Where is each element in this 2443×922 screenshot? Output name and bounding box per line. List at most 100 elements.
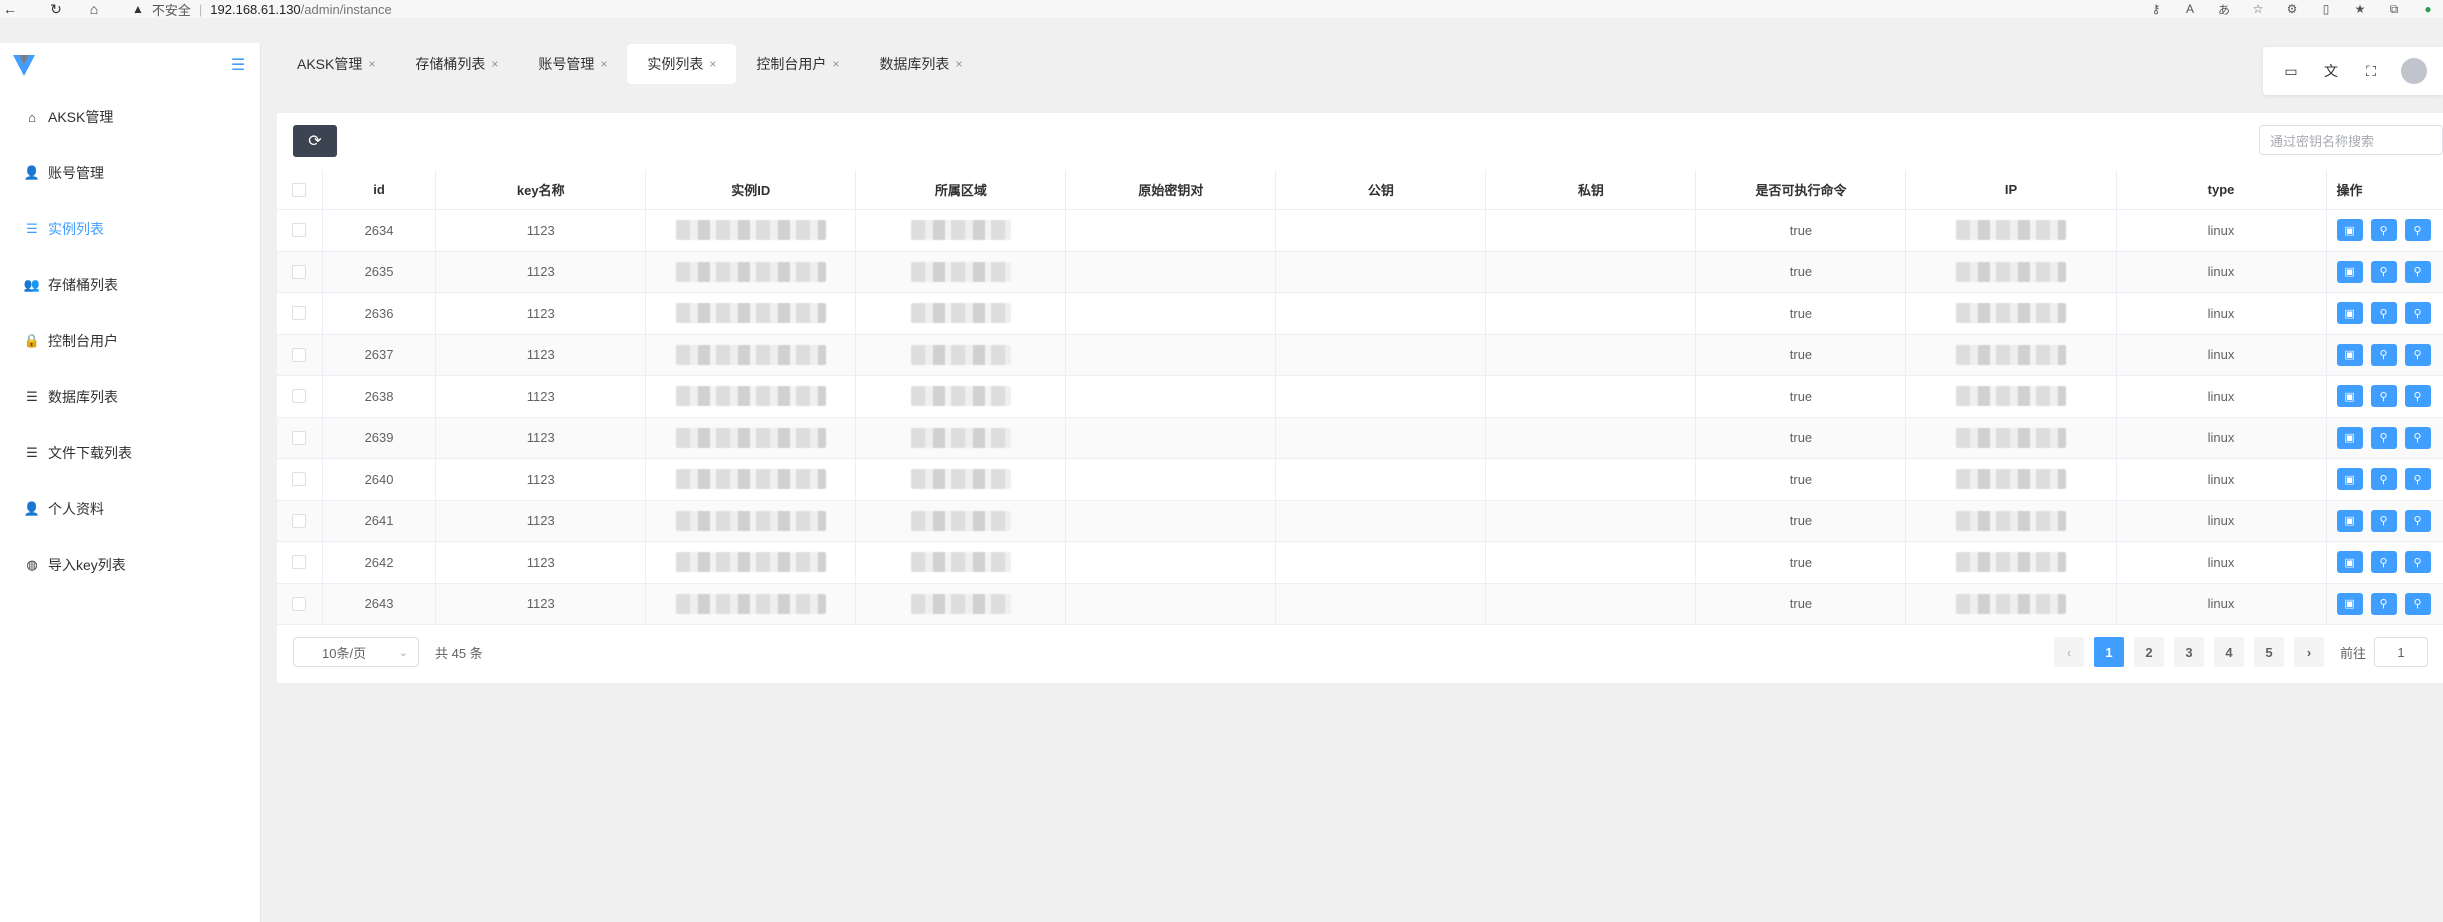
address-bar[interactable]: ▲ 不安全 | 192.168.61.130/admin/instance bbox=[132, 0, 392, 19]
refresh-button[interactable]: ⟳ bbox=[293, 125, 337, 157]
header-tools: ▭ 文 ⛶ bbox=[2263, 47, 2443, 95]
tab-0[interactable]: AKSK管理 × bbox=[277, 44, 395, 84]
terminal-button[interactable]: ▣ bbox=[2336, 592, 2363, 615]
sidebar-item-6[interactable]: ☰ 文件下载列表 bbox=[0, 425, 260, 481]
monitor-icon[interactable]: ▭ bbox=[2281, 61, 2301, 81]
row-checkbox[interactable] bbox=[292, 430, 307, 445]
id-cell: 2638 bbox=[323, 376, 437, 417]
key-alt-button[interactable]: ⚲ bbox=[2404, 551, 2431, 574]
row-checkbox[interactable] bbox=[292, 264, 307, 279]
row-checkbox[interactable] bbox=[292, 596, 307, 611]
region-cell bbox=[856, 500, 1067, 541]
terminal-button[interactable]: ▣ bbox=[2336, 509, 2363, 532]
key-alt-button[interactable]: ⚲ bbox=[2404, 302, 2431, 325]
key-alt-button[interactable]: ⚲ bbox=[2404, 343, 2431, 366]
page-button[interactable]: 4 bbox=[2214, 637, 2244, 667]
close-icon[interactable]: × bbox=[709, 57, 716, 71]
language-icon[interactable]: 文 bbox=[2321, 61, 2341, 81]
public-key-cell bbox=[1276, 583, 1487, 624]
tab-2[interactable]: 账号管理 × bbox=[518, 44, 627, 84]
key-button[interactable]: ⚲ bbox=[2370, 551, 2397, 574]
goto-page-input[interactable]: 1 bbox=[2374, 637, 2429, 667]
sidebar-item-5[interactable]: ☰ 数据库列表 bbox=[0, 369, 260, 425]
terminal-button[interactable]: ▣ bbox=[2336, 385, 2363, 408]
key-button[interactable]: ⚲ bbox=[2370, 509, 2397, 532]
page-button[interactable]: 1 bbox=[2094, 637, 2124, 667]
terminal-button[interactable]: ▣ bbox=[2336, 302, 2363, 325]
home-icon[interactable]: ⌂ bbox=[86, 1, 102, 17]
row-select-cell bbox=[277, 210, 323, 251]
key-name-cell: 1123 bbox=[436, 500, 647, 541]
profile-icon[interactable]: ● bbox=[2419, 1, 2437, 17]
row-checkbox[interactable] bbox=[292, 555, 307, 570]
row-checkbox[interactable] bbox=[292, 347, 307, 362]
next-page-button[interactable]: › bbox=[2294, 637, 2324, 667]
page-button[interactable]: 5 bbox=[2254, 637, 2284, 667]
avatar[interactable] bbox=[2401, 58, 2427, 84]
key-button[interactable]: ⚲ bbox=[2370, 219, 2397, 242]
key-button[interactable]: ⚲ bbox=[2370, 468, 2397, 491]
close-icon[interactable]: × bbox=[600, 57, 607, 71]
terminal-button[interactable]: ▣ bbox=[2336, 468, 2363, 491]
collections-icon[interactable]: ⧉ bbox=[2385, 1, 2403, 17]
terminal-button[interactable]: ▣ bbox=[2336, 343, 2363, 366]
sidebar-item-7[interactable]: 👤 个人资料 bbox=[0, 481, 260, 537]
key-alt-button[interactable]: ⚲ bbox=[2404, 592, 2431, 615]
key-button[interactable]: ⚲ bbox=[2370, 592, 2397, 615]
row-checkbox[interactable] bbox=[292, 223, 307, 238]
tab-3[interactable]: 实例列表 × bbox=[627, 44, 737, 84]
key-icon[interactable]: ⚷ bbox=[2147, 1, 2165, 17]
key-button[interactable]: ⚲ bbox=[2370, 426, 2397, 449]
key-alt-button[interactable]: ⚲ bbox=[2404, 468, 2431, 491]
select-all-checkbox[interactable] bbox=[292, 182, 307, 197]
terminal-button[interactable]: ▣ bbox=[2336, 219, 2363, 242]
close-icon[interactable]: × bbox=[368, 57, 375, 71]
key-button[interactable]: ⚲ bbox=[2370, 302, 2397, 325]
split-screen-icon[interactable]: ▯ bbox=[2317, 1, 2335, 17]
sidebar-item-8[interactable]: ◍ 导入key列表 bbox=[0, 537, 260, 593]
page-button[interactable]: 2 bbox=[2134, 637, 2164, 667]
tab-1[interactable]: 存储桶列表 × bbox=[395, 44, 518, 84]
terminal-button[interactable]: ▣ bbox=[2336, 260, 2363, 283]
tab-4[interactable]: 控制台用户 × bbox=[736, 44, 859, 84]
key-alt-button[interactable]: ⚲ bbox=[2404, 426, 2431, 449]
favorite-icon[interactable]: ☆ bbox=[2249, 1, 2267, 17]
sidebar-item-4[interactable]: 🔒 控制台用户 bbox=[0, 313, 260, 369]
page-button[interactable]: 3 bbox=[2174, 637, 2204, 667]
search-input[interactable]: 通过密钥名称搜索 bbox=[2259, 125, 2443, 155]
key-alt-button[interactable]: ⚲ bbox=[2404, 260, 2431, 283]
row-select-cell bbox=[277, 251, 323, 292]
extension-icon[interactable]: ⚙ bbox=[2283, 1, 2301, 17]
terminal-button[interactable]: ▣ bbox=[2336, 426, 2363, 449]
terminal-button[interactable]: ▣ bbox=[2336, 551, 2363, 574]
row-checkbox[interactable] bbox=[292, 389, 307, 404]
page-size-select[interactable]: 10条/页 ⌄ bbox=[293, 637, 419, 667]
row-checkbox[interactable] bbox=[292, 472, 307, 487]
sidebar-item-1[interactable]: 👤 账号管理 bbox=[0, 145, 260, 201]
read-aloud-icon[interactable]: A bbox=[2181, 1, 2199, 17]
region-cell bbox=[856, 583, 1067, 624]
reload-icon[interactable]: ↻ bbox=[48, 1, 64, 17]
translate-icon[interactable]: あ bbox=[2215, 1, 2233, 17]
row-checkbox[interactable] bbox=[292, 306, 307, 321]
key-button[interactable]: ⚲ bbox=[2370, 343, 2397, 366]
close-icon[interactable]: × bbox=[955, 57, 962, 71]
key-button[interactable]: ⚲ bbox=[2370, 385, 2397, 408]
key-alt-button[interactable]: ⚲ bbox=[2404, 219, 2431, 242]
sidebar-item-0[interactable]: ⌂ AKSK管理 bbox=[0, 89, 260, 145]
key-alt-button[interactable]: ⚲ bbox=[2404, 385, 2431, 408]
row-checkbox[interactable] bbox=[292, 513, 307, 528]
fullscreen-icon[interactable]: ⛶ bbox=[2361, 61, 2381, 81]
back-icon[interactable]: ← bbox=[2, 1, 18, 17]
close-icon[interactable]: × bbox=[832, 57, 839, 71]
key-button[interactable]: ⚲ bbox=[2370, 260, 2397, 283]
close-icon[interactable]: × bbox=[491, 57, 498, 71]
collapse-menu-icon[interactable]: ☰ bbox=[228, 55, 248, 75]
sidebar-item-3[interactable]: 👥 存储桶列表 bbox=[0, 257, 260, 313]
sidebar-item-2[interactable]: ☰ 实例列表 bbox=[0, 201, 260, 257]
tab-5[interactable]: 数据库列表 × bbox=[859, 44, 982, 84]
favorites-list-icon[interactable]: ★ bbox=[2351, 1, 2369, 17]
prev-page-button[interactable]: ‹ bbox=[2054, 637, 2084, 667]
key-alt-button[interactable]: ⚲ bbox=[2404, 509, 2431, 532]
redacted-instance-id bbox=[675, 386, 826, 407]
